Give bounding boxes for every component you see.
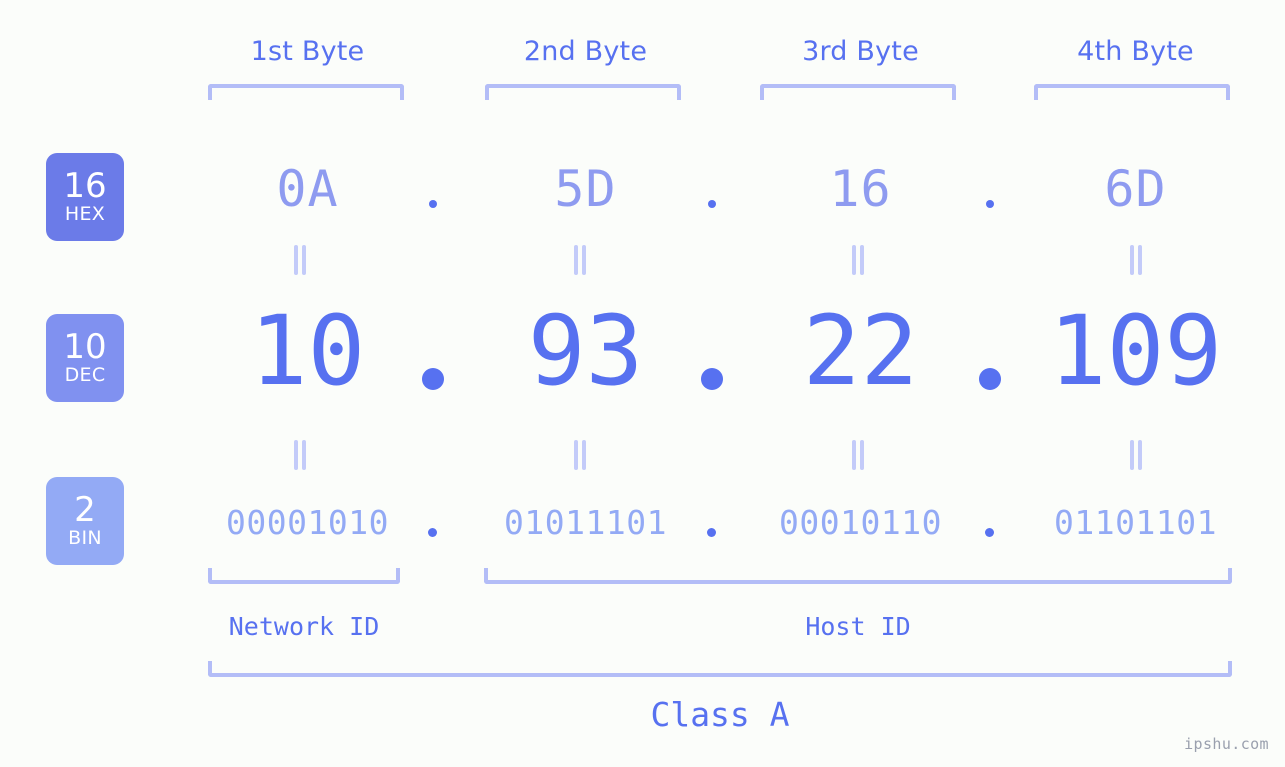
bin-value-1: 00001010 xyxy=(226,503,389,542)
equals-connector-hex-dec-3 xyxy=(851,245,865,275)
hex-value-3: 16 xyxy=(829,160,892,218)
ip-breakdown-diagram: 16 HEX 10 DEC 2 BIN 1st Byte 2nd Byte 3r… xyxy=(0,0,1285,767)
dec-separator-2 xyxy=(701,368,723,390)
hex-value-1: 0A xyxy=(276,160,339,218)
byte-bracket-top-4 xyxy=(1034,84,1230,100)
base-badge-hex-number: 16 xyxy=(63,166,107,207)
byte-bracket-top-1 xyxy=(208,84,404,100)
equals-connector-hex-dec-2 xyxy=(573,245,587,275)
dec-value-3: 22 xyxy=(802,295,919,407)
equals-connector-dec-bin-1 xyxy=(293,440,307,470)
class-label: Class A xyxy=(650,695,790,734)
byte-header-4: 4th Byte xyxy=(1077,36,1194,67)
equals-connector-dec-bin-2 xyxy=(573,440,587,470)
hex-separator-1 xyxy=(429,200,437,208)
dec-value-2: 93 xyxy=(527,295,644,407)
bin-value-3: 00010110 xyxy=(779,503,942,542)
site-watermark: ipshu.com xyxy=(1184,735,1269,753)
base-badge-dec-name: DEC xyxy=(64,363,106,386)
byte-header-2: 2nd Byte xyxy=(523,36,648,67)
dec-separator-1 xyxy=(422,368,444,390)
base-badge-bin-number: 2 xyxy=(74,490,96,531)
byte-bracket-top-3 xyxy=(760,84,956,100)
hex-value-2: 5D xyxy=(554,160,617,218)
base-badge-hex-name: HEX xyxy=(64,202,106,225)
equals-connector-hex-dec-4 xyxy=(1129,245,1143,275)
base-badge-dec-number: 10 xyxy=(63,327,107,368)
bin-separator-3 xyxy=(985,528,994,537)
host-id-bracket xyxy=(484,568,1232,584)
byte-header-3: 3rd Byte xyxy=(802,36,919,67)
class-bracket xyxy=(208,661,1232,677)
base-badge-bin-name: BIN xyxy=(68,526,102,549)
hex-value-4: 6D xyxy=(1104,160,1167,218)
equals-connector-dec-bin-3 xyxy=(851,440,865,470)
dec-value-1: 10 xyxy=(249,295,366,407)
network-id-label: Network ID xyxy=(228,612,380,641)
base-badge-bin: 2 BIN xyxy=(46,477,124,565)
hex-separator-2 xyxy=(708,200,716,208)
base-badge-hex: 16 HEX xyxy=(46,153,124,241)
bin-separator-1 xyxy=(428,528,437,537)
bin-value-2: 01011101 xyxy=(504,503,667,542)
network-id-bracket xyxy=(208,568,400,584)
bin-separator-2 xyxy=(707,528,716,537)
base-badge-dec: 10 DEC xyxy=(46,314,124,402)
dec-value-4: 109 xyxy=(1048,295,1223,407)
byte-bracket-top-2 xyxy=(485,84,681,100)
host-id-label: Host ID xyxy=(805,612,911,641)
bin-value-4: 01101101 xyxy=(1054,503,1217,542)
byte-header-1: 1st Byte xyxy=(250,36,365,67)
hex-separator-3 xyxy=(986,200,994,208)
equals-connector-dec-bin-4 xyxy=(1129,440,1143,470)
equals-connector-hex-dec-1 xyxy=(293,245,307,275)
